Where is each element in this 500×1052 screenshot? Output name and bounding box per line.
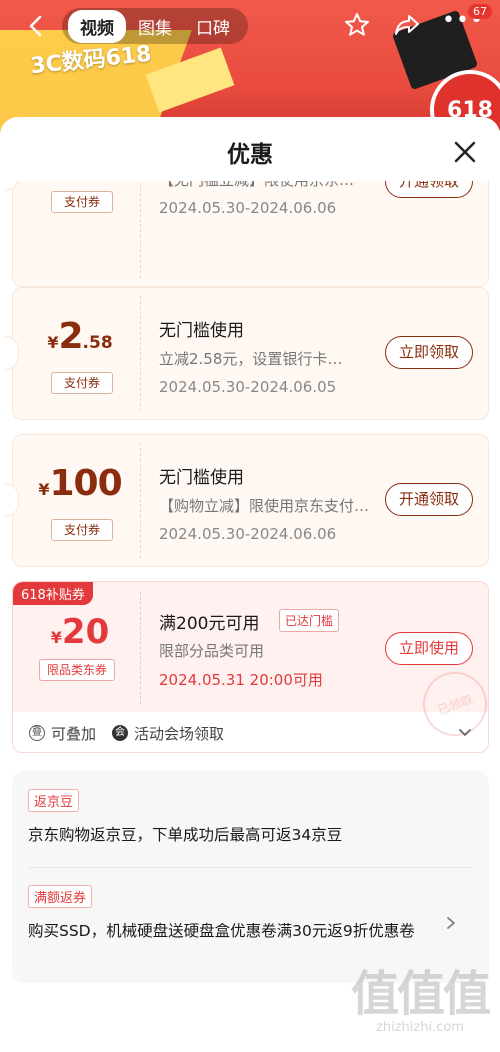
payment-coupon: ¥100 支付券 无门槛使用 【购物立减】限使用京东支付… 2024.05.30… bbox=[5, 434, 489, 567]
payment-coupon: ¥30.5 支付券 【无门槛立减】限使用京东支付… 2024.05.30-202… bbox=[5, 181, 489, 287]
stackable-info: 叠 可叠加 bbox=[29, 723, 96, 744]
stackable-label: 可叠加 bbox=[51, 724, 97, 743]
promotion-badge: 返京豆 bbox=[28, 789, 80, 812]
tab-video[interactable]: 视频 bbox=[68, 9, 126, 43]
subsidy-coupon: 618补贴券 ¥20 限品类东券 满200元可用 已达门槛 限部分品类可用 20… bbox=[12, 581, 489, 753]
payment-coupon: ¥2.58 支付券 无门槛使用 立减2.58元，设置银行卡… 2024.05.3… bbox=[5, 287, 489, 420]
coupon-amount: ¥2.58 bbox=[47, 316, 113, 357]
notification-badge: 67 bbox=[468, 4, 492, 19]
watermark-url: zhizhizhi.com bbox=[376, 1020, 464, 1035]
subsidy-ribbon: 618补贴券 bbox=[13, 582, 93, 605]
coupon-desc: 【无门槛立减】限使用京东支付… bbox=[159, 181, 369, 190]
media-tabs: 视频 图集 口碑 bbox=[62, 8, 248, 44]
threshold-reached-badge: 已达门槛 bbox=[279, 609, 340, 632]
promotion-row[interactable]: 满额返券 购买SSD，机械硬盘送硬盘盒优惠卷满30元返9折优惠卷 bbox=[28, 885, 438, 942]
promotion-badge: 满额返券 bbox=[28, 885, 93, 908]
stack-icon: 叠 bbox=[29, 725, 45, 741]
venue-icon: 会 bbox=[112, 725, 129, 741]
site-watermark: 值值值 zhizhizhi.com bbox=[350, 966, 491, 1035]
coupon-desc: 立减2.58元，设置银行卡… bbox=[159, 350, 343, 368]
coupon-desc: 限部分品类可用 bbox=[159, 642, 265, 660]
coupon-amount: ¥20 bbox=[50, 612, 110, 652]
coupon-footer[interactable]: 叠 可叠加 会 活动会场领取 bbox=[13, 712, 488, 752]
coupon-type-tag: 限品类东券 bbox=[39, 659, 115, 681]
coupon-type-tag: 支付券 bbox=[51, 191, 113, 213]
top-nav-bar: 视频 图集 口碑 ••• 67 bbox=[0, 0, 500, 52]
promotion-row: 返京豆 京东购物返京豆，下单成功后最高可返34京豆 bbox=[28, 789, 473, 846]
coupon-type-tag: 支付券 bbox=[51, 519, 113, 541]
promotion-text: 京东购物返京豆，下单成功后最高可返34京豆 bbox=[28, 826, 343, 844]
divider bbox=[28, 867, 473, 868]
coupon-type-tag: 支付券 bbox=[51, 372, 113, 394]
back-arrow-icon[interactable] bbox=[22, 12, 50, 40]
chevron-right-icon[interactable] bbox=[444, 915, 458, 931]
venue-label: 活动会场领取 bbox=[134, 724, 225, 743]
tab-reviews[interactable]: 口碑 bbox=[184, 10, 242, 43]
coupon-desc: 【购物立减】限使用京东支付… bbox=[159, 497, 369, 515]
more-options-icon[interactable]: ••• bbox=[442, 10, 483, 36]
coupon-validity: 2024.05.30-2024.06.06 bbox=[159, 525, 337, 543]
venue-info: 会 活动会场领取 bbox=[112, 723, 224, 744]
sheet-title: 优惠 bbox=[227, 142, 273, 168]
use-now-button[interactable]: 立即使用 bbox=[385, 632, 473, 665]
activate-claim-button[interactable]: 开通领取 bbox=[385, 181, 473, 198]
promotions-panel: 返京豆 京东购物返京豆，下单成功后最高可返34京豆 满额返券 购买SSD，机械硬… bbox=[12, 771, 489, 983]
coupon-validity: 2024.05.30-2024.06.06 bbox=[159, 199, 337, 217]
promotion-text: 购买SSD，机械硬盘送硬盘盒优惠卷满30元返9折优惠卷 bbox=[28, 922, 415, 940]
coupon-validity: 2024.05.30-2024.06.05 bbox=[159, 378, 337, 396]
coupon-amount: ¥100 bbox=[38, 463, 122, 504]
coupon-sheet: 优惠 ¥30.5 支付券 【无门槛立减】限使用京东支付… 2024.05.30-… bbox=[0, 117, 500, 1052]
close-icon[interactable] bbox=[450, 137, 480, 167]
coupon-title: 满200元可用 bbox=[159, 614, 260, 634]
tab-gallery[interactable]: 图集 bbox=[126, 10, 184, 43]
activate-claim-button[interactable]: 开通领取 bbox=[385, 483, 473, 516]
watermark-logo: 值值值 bbox=[350, 966, 491, 1022]
chevron-down-icon[interactable] bbox=[457, 724, 473, 740]
coupon-title: 无门槛使用 bbox=[159, 468, 244, 488]
favorite-star-icon[interactable] bbox=[342, 10, 372, 40]
coupon-title: 无门槛使用 bbox=[159, 321, 244, 341]
share-icon[interactable] bbox=[392, 10, 422, 40]
coupon-amount: ¥30.5 bbox=[25, 181, 135, 182]
coupon-list: ¥30.5 支付券 【无门槛立减】限使用京东支付… 2024.05.30-202… bbox=[0, 181, 500, 1052]
claim-now-button[interactable]: 立即领取 bbox=[385, 336, 473, 369]
coupon-available-time: 2024.05.31 20:00可用 bbox=[159, 671, 323, 689]
